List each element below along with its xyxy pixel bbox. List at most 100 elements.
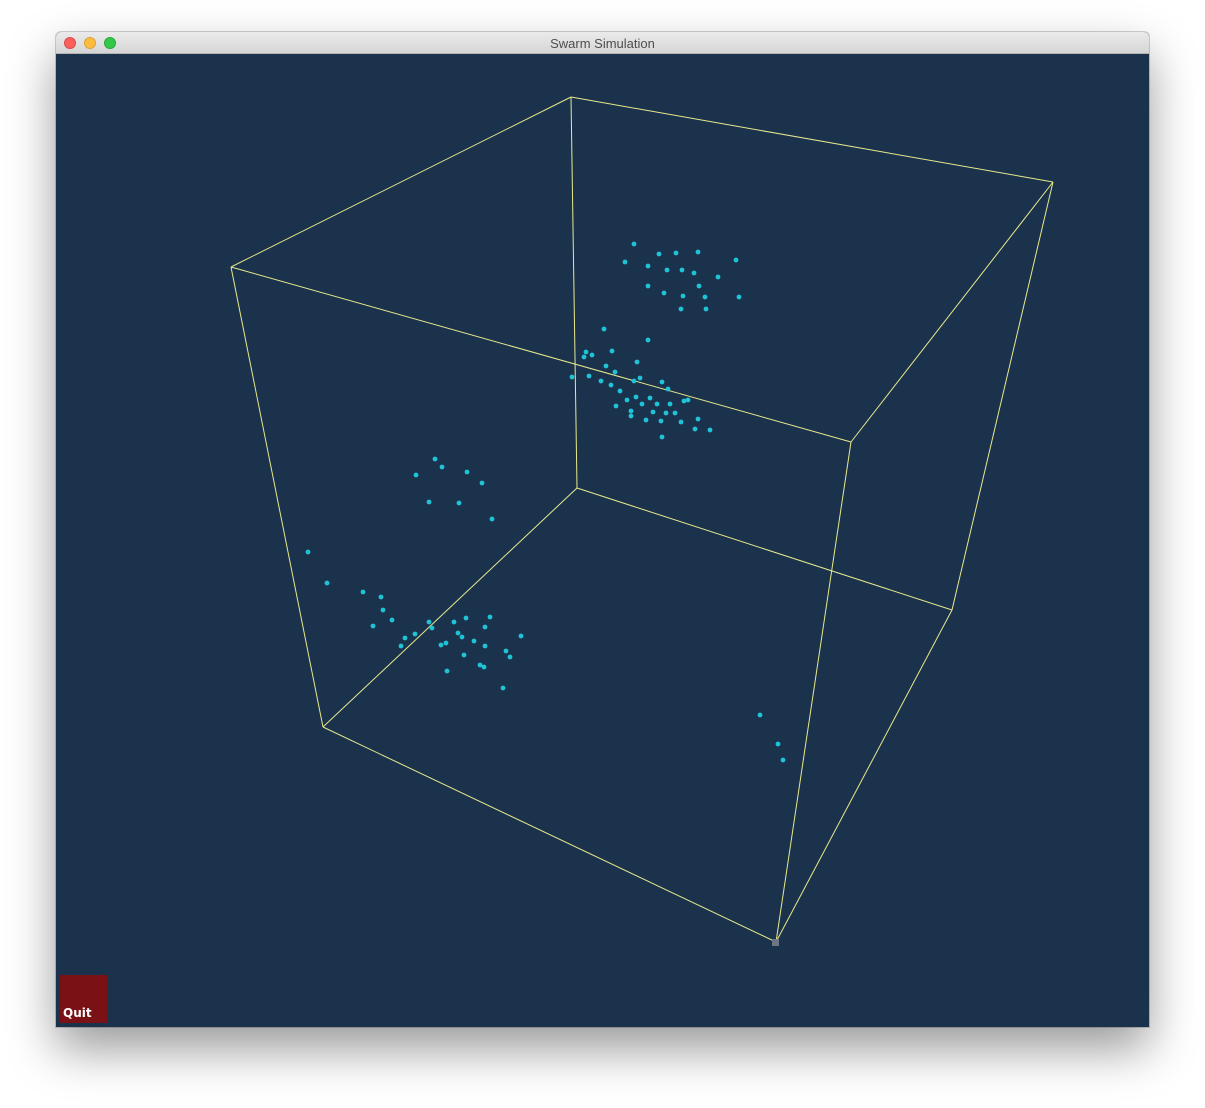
swarm-particle — [757, 712, 763, 718]
swarm-particle — [482, 643, 488, 649]
cube-edge — [576, 487, 953, 611]
swarm-particle — [628, 413, 634, 419]
swarm-particle — [589, 352, 595, 358]
swarm-particle — [412, 631, 418, 637]
swarm-scene — [230, 96, 1054, 946]
swarm-particle — [464, 469, 470, 475]
swarm-particle — [609, 348, 615, 354]
swarm-particle — [633, 394, 639, 400]
swarm-particle — [456, 500, 462, 506]
cube-edge — [230, 96, 572, 268]
swarm-particle — [438, 642, 444, 648]
swarm-particles — [305, 241, 786, 763]
swarm-particle — [477, 662, 483, 668]
swarm-particle — [518, 633, 524, 639]
swarm-particle — [715, 274, 721, 280]
swarm-particle — [658, 418, 664, 424]
cube-edge — [322, 487, 578, 728]
swarm-particle — [426, 619, 432, 625]
swarm-particle — [663, 410, 669, 416]
swarm-particle — [324, 580, 330, 586]
swarm-particle — [672, 410, 678, 416]
swarm-particle — [622, 259, 628, 265]
swarm-particle — [703, 306, 709, 312]
swarm-particle — [631, 378, 637, 384]
swarm-particle — [439, 464, 445, 470]
swarm-particle — [461, 652, 467, 658]
swarm-particle — [628, 408, 634, 414]
swarm-particle — [654, 401, 660, 407]
swarm-particle — [645, 283, 651, 289]
swarm-particle — [429, 625, 435, 631]
swarm-particle — [736, 294, 742, 300]
swarm-particle — [617, 388, 623, 394]
swarm-particle — [656, 251, 662, 257]
swarm-particle — [413, 472, 419, 478]
swarm-particle — [696, 283, 702, 289]
swarm-particle — [360, 589, 366, 595]
title-bar[interactable]: Swarm Simulation — [56, 32, 1149, 54]
cube-corner-marker — [772, 939, 779, 946]
quit-button[interactable]: Quit — [60, 975, 108, 1023]
swarm-particle — [389, 617, 395, 623]
swarm-particle — [612, 369, 618, 375]
swarm-particle — [631, 241, 637, 247]
swarm-particle — [443, 640, 449, 646]
swarm-particle — [471, 638, 477, 644]
swarm-particle — [678, 419, 684, 425]
cube-edge — [775, 609, 953, 943]
swarm-particle — [685, 397, 691, 403]
swarm-particle — [702, 294, 708, 300]
swarm-particle — [695, 249, 701, 255]
cube-edge — [570, 96, 578, 489]
swarm-particle — [586, 373, 592, 379]
swarm-particle — [402, 635, 408, 641]
swarm-particle — [581, 354, 587, 360]
swarm-particle — [380, 607, 386, 613]
swarm-particle — [489, 516, 495, 522]
swarm-particle — [678, 306, 684, 312]
swarm-particle — [503, 648, 509, 654]
window-title: Swarm Simulation — [550, 36, 655, 51]
swarm-particle — [463, 615, 469, 621]
swarm-particle — [603, 363, 609, 369]
swarm-particle — [645, 337, 651, 343]
swarm-particle — [667, 401, 673, 407]
swarm-particle — [370, 623, 376, 629]
swarm-particle — [608, 382, 614, 388]
swarm-particle — [482, 624, 488, 630]
swarm-particle — [305, 549, 311, 555]
swarm-particle — [569, 374, 575, 380]
swarm-particle — [601, 326, 607, 332]
bounding-cube — [230, 96, 1054, 943]
app-window: Swarm Simulation Quit — [56, 32, 1149, 1027]
swarm-particle — [645, 263, 651, 269]
swarm-particle — [733, 257, 739, 263]
swarm-particle — [451, 619, 457, 625]
swarm-particle — [432, 456, 438, 462]
cube-edge — [775, 441, 852, 943]
swarm-particle — [679, 267, 685, 273]
swarm-particle — [695, 416, 701, 422]
swarm-particle — [647, 395, 653, 401]
simulation-viewport[interactable]: Quit — [56, 54, 1149, 1027]
swarm-particle — [692, 426, 698, 432]
swarm-particle — [479, 480, 485, 486]
cube-edge — [570, 96, 1054, 183]
cube-edge — [230, 266, 852, 443]
swarm-particle — [673, 250, 679, 256]
swarm-particle — [780, 757, 786, 763]
swarm-particle — [378, 594, 384, 600]
swarm-particle — [665, 386, 671, 392]
swarm-particle — [426, 499, 432, 505]
swarm-particle — [659, 434, 665, 440]
swarm-particle — [664, 267, 670, 273]
swarm-particle — [398, 643, 404, 649]
swarm-particle — [650, 409, 656, 415]
swarm-particle — [637, 375, 643, 381]
swarm-particle — [681, 398, 687, 404]
swarm-particle — [775, 741, 781, 747]
swarm-particle — [583, 349, 589, 355]
cube-edge — [322, 726, 777, 943]
swarm-particle — [661, 290, 667, 296]
